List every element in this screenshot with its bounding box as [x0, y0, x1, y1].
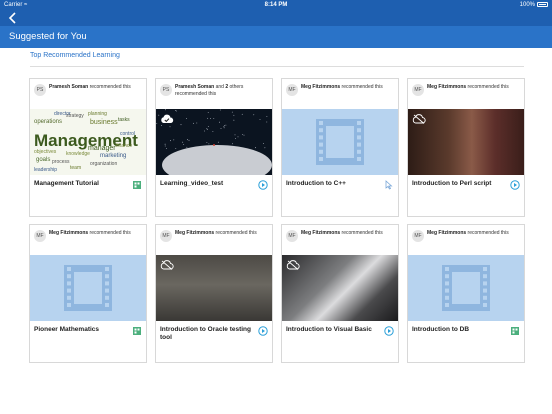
- word-cloud-word: process: [52, 159, 70, 165]
- recommender-name: Meg Fitzimmons: [427, 84, 467, 90]
- word-cloud-word: leadership: [34, 167, 58, 173]
- card-header: MF Meg Fitzimmons recommended this: [408, 225, 524, 255]
- play-icon[interactable]: [510, 180, 520, 190]
- recommender-name: Pramesh Soman: [49, 84, 89, 90]
- word-cloud-word: goals: [36, 157, 51, 163]
- status-time: 8:14 PM: [264, 2, 288, 8]
- learning-card[interactable]: MF Meg Fitzimmons recommended this Introdu…: [281, 78, 399, 217]
- video-placeholder-icon: [442, 265, 490, 311]
- card-header: MF Meg Fitzimmons recommended this: [408, 79, 524, 109]
- card-header: MF Meg Fitzimmons recommended this: [30, 225, 146, 255]
- recommendation-text: Meg Fitzimmons recommended this: [175, 230, 257, 236]
- photo-thumbnail[interactable]: [282, 255, 398, 321]
- avatar: MF: [286, 84, 298, 96]
- section-divider: [30, 66, 524, 67]
- section-title: Top Recommended Learning: [30, 52, 120, 59]
- recommendation-text: Meg Fitzimmons recommended this: [301, 230, 383, 236]
- card-title: Introduction to DB: [412, 326, 470, 333]
- card-header: MF Meg Fitzimmons recommended this: [282, 79, 398, 109]
- word-cloud-thumbnail[interactable]: Management business operations marketing goa…: [30, 109, 146, 175]
- recommender-name: Meg Fitzimmons: [427, 230, 467, 236]
- learning-card[interactable]: MF Meg Fitzimmons recommended this Introdu…: [281, 224, 399, 363]
- recommender-name: Pramesh Soman: [175, 84, 215, 90]
- video-thumbnail[interactable]: [30, 255, 146, 321]
- avatar: MF: [160, 230, 172, 242]
- word-cloud-word: operations: [34, 119, 63, 125]
- word-cloud-word: objectives: [34, 149, 57, 155]
- word-cloud-word: business: [90, 119, 118, 126]
- avatar: PS: [160, 84, 172, 96]
- video-thumbnail[interactable]: [282, 109, 398, 175]
- word-cloud-word: knowledge: [66, 151, 90, 157]
- play-icon[interactable]: [258, 326, 268, 336]
- card-title: Introduction to Oracle testing tool: [160, 326, 252, 341]
- card-header: PS Pramesh Soman and 2 others recommended…: [156, 79, 272, 109]
- offline-cloud-icon[interactable]: [160, 260, 174, 270]
- page-title: Suggested for You: [9, 31, 87, 42]
- navigation-bar: [0, 10, 552, 26]
- word-cloud-word: team: [70, 165, 82, 171]
- course-icon: [133, 181, 141, 189]
- card-title: Pioneer Mathematics: [34, 326, 100, 333]
- course-icon: [511, 327, 519, 335]
- course-icon: [133, 327, 141, 335]
- video-placeholder-icon: [64, 265, 112, 311]
- status-bar: Carrier ≈ 8:14 PM 100%: [0, 0, 552, 10]
- word-cloud-word: manager: [88, 145, 116, 152]
- learning-card[interactable]: MF Meg Fitzimmons recommended this Introdu…: [407, 224, 525, 363]
- learning-card[interactable]: MF Meg Fitzimmons recommended this Introdu…: [407, 78, 525, 217]
- offline-cloud-icon[interactable]: [286, 260, 300, 270]
- card-title: Management Tutorial: [34, 180, 99, 187]
- video-placeholder-icon: [316, 119, 364, 165]
- recommendation-text: Meg Fitzimmons recommended this: [49, 230, 131, 236]
- play-icon[interactable]: [258, 180, 268, 190]
- play-icon[interactable]: [384, 326, 394, 336]
- card-title: Introduction to Perl script: [412, 180, 492, 187]
- word-cloud-word: tasks: [118, 117, 130, 123]
- recommender-name: Meg Fitzimmons: [301, 230, 341, 236]
- card-title: Introduction to C++: [286, 180, 346, 187]
- recommender-name: Meg Fitzimmons: [301, 84, 341, 90]
- recommendation-text: Pramesh Soman and 2 others recommended t…: [175, 84, 244, 97]
- back-chevron-icon[interactable]: [8, 12, 18, 24]
- word-cloud-word: finance: [116, 143, 133, 149]
- card-title: Introduction to Visual Basic: [286, 326, 372, 333]
- downloaded-cloud-icon[interactable]: [160, 114, 174, 124]
- battery-indicator: 100%: [520, 0, 548, 10]
- page-header: Suggested for You: [0, 26, 552, 48]
- night-sky-thumbnail[interactable]: [156, 109, 272, 175]
- recommendation-text: Meg Fitzimmons recommended this: [427, 230, 509, 236]
- word-cloud-word: control: [120, 131, 136, 137]
- recommendation-text: Meg Fitzimmons recommended this: [427, 84, 509, 90]
- learning-card[interactable]: MF Meg Fitzimmons recommended this Pioneer…: [29, 224, 147, 363]
- recommendation-text: Pramesh Soman recommended this: [49, 84, 131, 90]
- offline-cloud-icon[interactable]: [412, 114, 426, 124]
- photo-thumbnail[interactable]: [156, 255, 272, 321]
- card-header: MF Meg Fitzimmons recommended this: [282, 225, 398, 255]
- photo-thumbnail[interactable]: [408, 109, 524, 175]
- avatar: MF: [286, 230, 298, 242]
- word-cloud-word: director: [54, 111, 71, 117]
- avatar: MF: [34, 230, 46, 242]
- avatar: MF: [412, 84, 424, 96]
- recommendation-text: Meg Fitzimmons recommended this: [301, 84, 383, 90]
- learning-card[interactable]: PS Pramesh Soman and 2 others recommended…: [155, 78, 273, 217]
- video-thumbnail[interactable]: [408, 255, 524, 321]
- recommender-name: Meg Fitzimmons: [49, 230, 89, 236]
- avatar: PS: [34, 84, 46, 96]
- battery-icon: [537, 2, 548, 7]
- recommender-name: Meg Fitzimmons: [175, 230, 215, 236]
- avatar: MF: [412, 230, 424, 242]
- learning-card[interactable]: PS Pramesh Soman recommended this Manageme…: [29, 78, 147, 217]
- word-cloud-word: organization: [90, 161, 118, 167]
- word-cloud-word: marketing: [100, 153, 127, 159]
- cursor-icon: [385, 180, 393, 190]
- word-cloud-word: planning: [88, 111, 107, 117]
- learning-card[interactable]: MF Meg Fitzimmons recommended this Introdu…: [155, 224, 273, 363]
- card-header: PS Pramesh Soman recommended this: [30, 79, 146, 109]
- card-header: MF Meg Fitzimmons recommended this: [156, 225, 272, 255]
- card-title: Learning_video_test: [160, 180, 224, 187]
